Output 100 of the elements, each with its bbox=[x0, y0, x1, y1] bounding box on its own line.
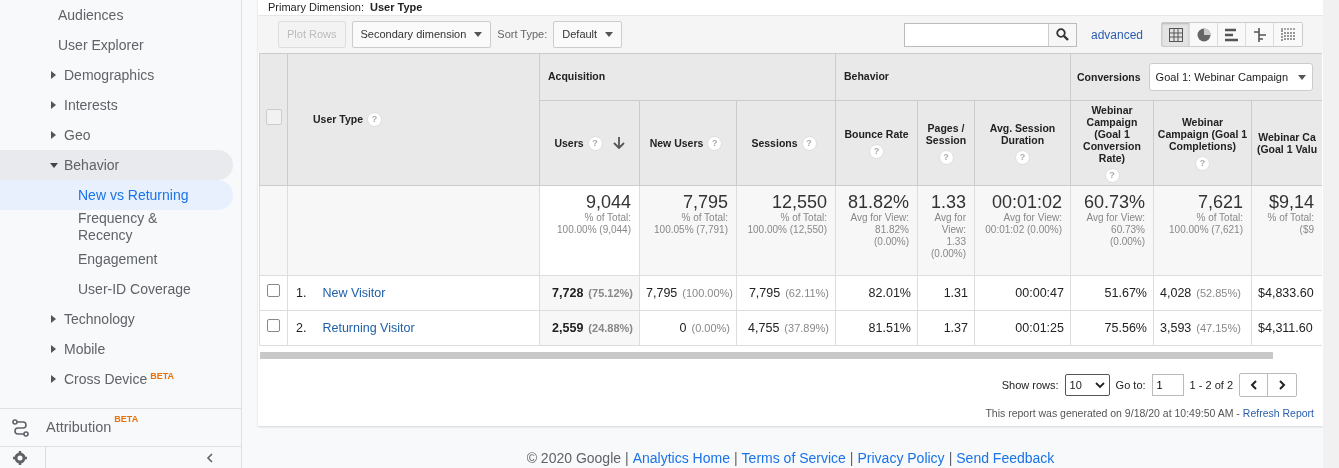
column-header[interactable]: Webinar Campaign (Goal 1 Conversion Rate) ? bbox=[1070, 100, 1154, 186]
dimension-link[interactable]: Returning Visitor bbox=[322, 320, 415, 335]
search-field[interactable] bbox=[903, 22, 1077, 47]
column-header[interactable]: Users ? bbox=[539, 100, 640, 186]
show-rows-label: Show rows: bbox=[1001, 377, 1059, 393]
page-range: 1 - 2 of 2 bbox=[1189, 377, 1233, 393]
footer-separator: | bbox=[625, 450, 629, 466]
caret-right-icon bbox=[50, 315, 57, 323]
cell-value: 1.37 bbox=[943, 320, 968, 335]
comparison-icon bbox=[1252, 27, 1267, 42]
total-value: 60.73% bbox=[1082, 192, 1145, 212]
sidebar-item[interactable]: Interests bbox=[0, 90, 233, 120]
row-checkbox[interactable] bbox=[267, 318, 280, 332]
cell-value: 00:01:25 bbox=[1015, 320, 1064, 335]
view-toggle-button[interactable] bbox=[1190, 23, 1218, 46]
sidebar-item[interactable]: Engagement bbox=[0, 244, 233, 274]
total-value: 00:01:02 bbox=[990, 192, 1062, 212]
report-generated-text: This report was generated on 9/18/20 at 10:49:50 AM - bbox=[985, 407, 1241, 419]
sidebar-item[interactable]: Technology bbox=[0, 304, 233, 334]
footer-link[interactable]: Terms of Service bbox=[741, 450, 846, 466]
refresh-report-link[interactable]: Refresh Report bbox=[1242, 407, 1314, 419]
view-toggle-button[interactable] bbox=[1218, 23, 1246, 46]
column-header[interactable]: Webinar Campaign (Goal 1 Completions) ? bbox=[1153, 100, 1252, 186]
advanced-link[interactable]: advanced bbox=[1090, 25, 1143, 44]
column-header[interactable]: Sessions ? bbox=[736, 100, 836, 186]
cell-percent: (37.89%) bbox=[784, 321, 829, 334]
cell-percent: (47.15%) bbox=[1196, 321, 1241, 334]
select-all-checkbox[interactable] bbox=[265, 109, 282, 126]
row-number: 1. bbox=[296, 285, 307, 300]
dimension-label: Primary Dimension: bbox=[268, 1, 364, 13]
sidebar-item[interactable]: User-ID Coverage bbox=[0, 274, 233, 304]
sort-down-arrow-icon bbox=[612, 137, 625, 149]
column-header[interactable]: New Users ? bbox=[639, 100, 737, 186]
vertical-scrollbar[interactable] bbox=[1323, 0, 1339, 468]
caret-right-icon bbox=[50, 375, 57, 383]
attribution-icon bbox=[12, 418, 29, 437]
column-group-header: Conversions bbox=[1077, 70, 1141, 83]
total-value: 9,044 bbox=[584, 192, 631, 212]
sidebar-item[interactable]: Geo bbox=[0, 120, 233, 150]
total-note: % of Total: 100.00% (12,550) bbox=[746, 212, 827, 236]
cell-value: 4,028 bbox=[1160, 285, 1192, 300]
dimension-link[interactable]: New Visitor bbox=[322, 285, 386, 300]
secondary-dimension-dropdown[interactable]: Secondary dimension bbox=[351, 21, 492, 48]
total-value: 1.33 bbox=[929, 192, 966, 212]
sidebar-item[interactable]: Mobile bbox=[0, 334, 233, 364]
collapse-chevron-icon bbox=[206, 452, 214, 463]
sidebar-item[interactable]: New vs Returning bbox=[0, 180, 233, 210]
beta-label: BETA bbox=[114, 413, 139, 426]
caret-right-icon bbox=[50, 71, 57, 79]
total-note: % of Total: 100.00% (9,044) bbox=[556, 212, 631, 236]
sidebar-item[interactable]: Behavior bbox=[0, 150, 233, 180]
total-note: Avg for View: 60.73% (0.00%) bbox=[1085, 212, 1145, 248]
cell-value: 82.01% bbox=[868, 285, 911, 300]
cell-percent: (75.12%) bbox=[588, 286, 633, 299]
total-value: $9,14 bbox=[1267, 192, 1314, 212]
total-value: 7,795 bbox=[681, 192, 728, 212]
go-to-field[interactable]: 1 bbox=[1151, 374, 1184, 396]
cell-value: 3,593 bbox=[1160, 320, 1192, 335]
row-checkbox[interactable] bbox=[267, 283, 280, 297]
view-toggle-group[interactable] bbox=[1161, 22, 1303, 47]
total-note: % of Total: 100.00% (7,621) bbox=[1168, 212, 1243, 236]
caret-right-icon bbox=[50, 345, 57, 353]
sort-type-dropdown[interactable]: Default bbox=[553, 21, 623, 48]
goal-dropdown[interactable]: Goal 1: Webinar Campaign bbox=[1148, 62, 1314, 92]
cell-value: $4,833.60 bbox=[1258, 285, 1314, 300]
sidebar-item[interactable]: Cross Device BETA bbox=[0, 364, 233, 394]
caret-right-icon bbox=[50, 101, 57, 109]
column-header[interactable]: User Type bbox=[313, 112, 363, 125]
column-header[interactable]: Pages / Session ? bbox=[917, 100, 975, 186]
total-value: 81.82% bbox=[846, 192, 909, 212]
pivot-table-icon bbox=[1281, 27, 1295, 42]
view-toggle-button[interactable] bbox=[1162, 23, 1190, 46]
cell-value: 00:00:47 bbox=[1015, 285, 1064, 300]
total-note: % of Total: ($9 bbox=[1266, 212, 1314, 236]
cell-value: 75.56% bbox=[1104, 320, 1147, 335]
footer-link[interactable]: Send Feedback bbox=[956, 450, 1055, 466]
cell-value: 0 bbox=[679, 320, 687, 335]
rows-per-page-select[interactable]: 10 bbox=[1064, 374, 1110, 396]
view-toggle-button[interactable] bbox=[1246, 23, 1274, 46]
chevron-left-icon bbox=[1249, 380, 1258, 390]
cell-percent: (24.88%) bbox=[588, 321, 633, 334]
sidebar-item[interactable]: Frequency & Recency bbox=[0, 210, 233, 244]
footer-separator: | bbox=[948, 450, 953, 466]
total-value: 7,621 bbox=[1196, 192, 1243, 212]
footer-link[interactable]: Privacy Policy bbox=[857, 450, 945, 466]
cell-value: 51.67% bbox=[1104, 285, 1147, 300]
cell-value: 7,795 bbox=[646, 285, 678, 300]
footer-link[interactable]: Analytics Home bbox=[632, 450, 730, 466]
column-header[interactable]: Webinar Ca (Goal 1 Valu bbox=[1251, 100, 1322, 186]
column-header[interactable]: Bounce Rate ? bbox=[835, 100, 918, 186]
attribution-item[interactable]: Attribution BETA bbox=[0, 408, 241, 446]
sidebar-item[interactable]: User Explorer bbox=[0, 30, 233, 60]
cell-value: 7,728 bbox=[552, 285, 584, 300]
horizontal-scrollbar[interactable] bbox=[260, 352, 1273, 359]
column-header[interactable]: Avg. Session Duration ? bbox=[974, 100, 1071, 186]
view-toggle-button[interactable] bbox=[1274, 23, 1302, 46]
sidebar-item[interactable]: Demographics bbox=[0, 60, 233, 90]
caret-down-icon bbox=[50, 161, 58, 169]
cell-value: 4,755 bbox=[748, 320, 780, 335]
sidebar-item[interactable]: Audiences bbox=[0, 0, 233, 30]
